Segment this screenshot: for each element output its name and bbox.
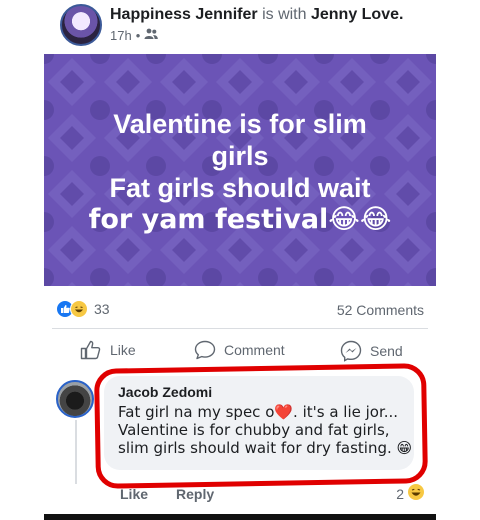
image-text-line: Fat girls should wait <box>109 173 371 203</box>
commenter-avatar[interactable] <box>56 380 94 418</box>
thread-line <box>75 420 77 484</box>
divider <box>52 328 428 329</box>
with-text: is with <box>262 6 307 23</box>
post-meta: 17h • <box>110 28 159 43</box>
haha-reaction-icon <box>70 300 88 318</box>
comment-label: Comment <box>224 342 285 358</box>
tagged-name[interactable]: Jenny Love. <box>311 6 403 23</box>
messenger-icon <box>340 340 362 362</box>
right-margin <box>436 0 480 520</box>
image-text-line: girls <box>211 141 269 171</box>
post-image-text: Valentine is for slim girls Fat girls sh… <box>44 108 436 236</box>
comment-bubble-icon <box>194 340 216 360</box>
image-text-line: Valentine is for slim <box>113 109 367 139</box>
like-label: Like <box>110 342 136 358</box>
comment-reply-button[interactable]: Reply <box>176 486 214 502</box>
comments-count[interactable]: 52 Comments <box>337 302 424 318</box>
author-name[interactable]: Happiness Jennifer <box>110 6 258 23</box>
dot-separator: • <box>135 28 141 43</box>
comment-reaction-count: 2 <box>396 485 404 502</box>
post-image[interactable]: Valentine is for slim girls Fat girls sh… <box>44 54 436 286</box>
grin-reaction-icon <box>408 484 424 503</box>
post-card: Happiness Jennifer is with Jenny Love. 1… <box>0 0 480 520</box>
post-time[interactable]: 17h <box>110 28 132 43</box>
send-button[interactable]: Send <box>340 340 403 362</box>
bottom-edge <box>44 514 436 520</box>
highlight-circle <box>93 363 429 489</box>
reaction-count: 33 <box>94 301 110 317</box>
thumbs-up-icon <box>80 340 102 360</box>
comment-button[interactable]: Comment <box>194 340 285 360</box>
friends-icon <box>144 28 159 43</box>
send-label: Send <box>370 343 403 359</box>
like-button[interactable]: Like <box>80 340 136 360</box>
comment-like-button[interactable]: Like <box>120 486 148 502</box>
image-text-line: for yam festival😂😂 <box>88 204 392 235</box>
author-avatar[interactable] <box>60 4 102 46</box>
author-line: Happiness Jennifer is with Jenny Love. <box>110 6 403 24</box>
comment-reaction-summary[interactable]: 2 <box>396 484 424 503</box>
reaction-summary[interactable]: 33 <box>56 300 110 318</box>
comment-actions: Like Reply <box>120 486 214 502</box>
left-margin <box>0 0 44 520</box>
post-header: Happiness Jennifer is with Jenny Love. 1… <box>56 4 436 50</box>
